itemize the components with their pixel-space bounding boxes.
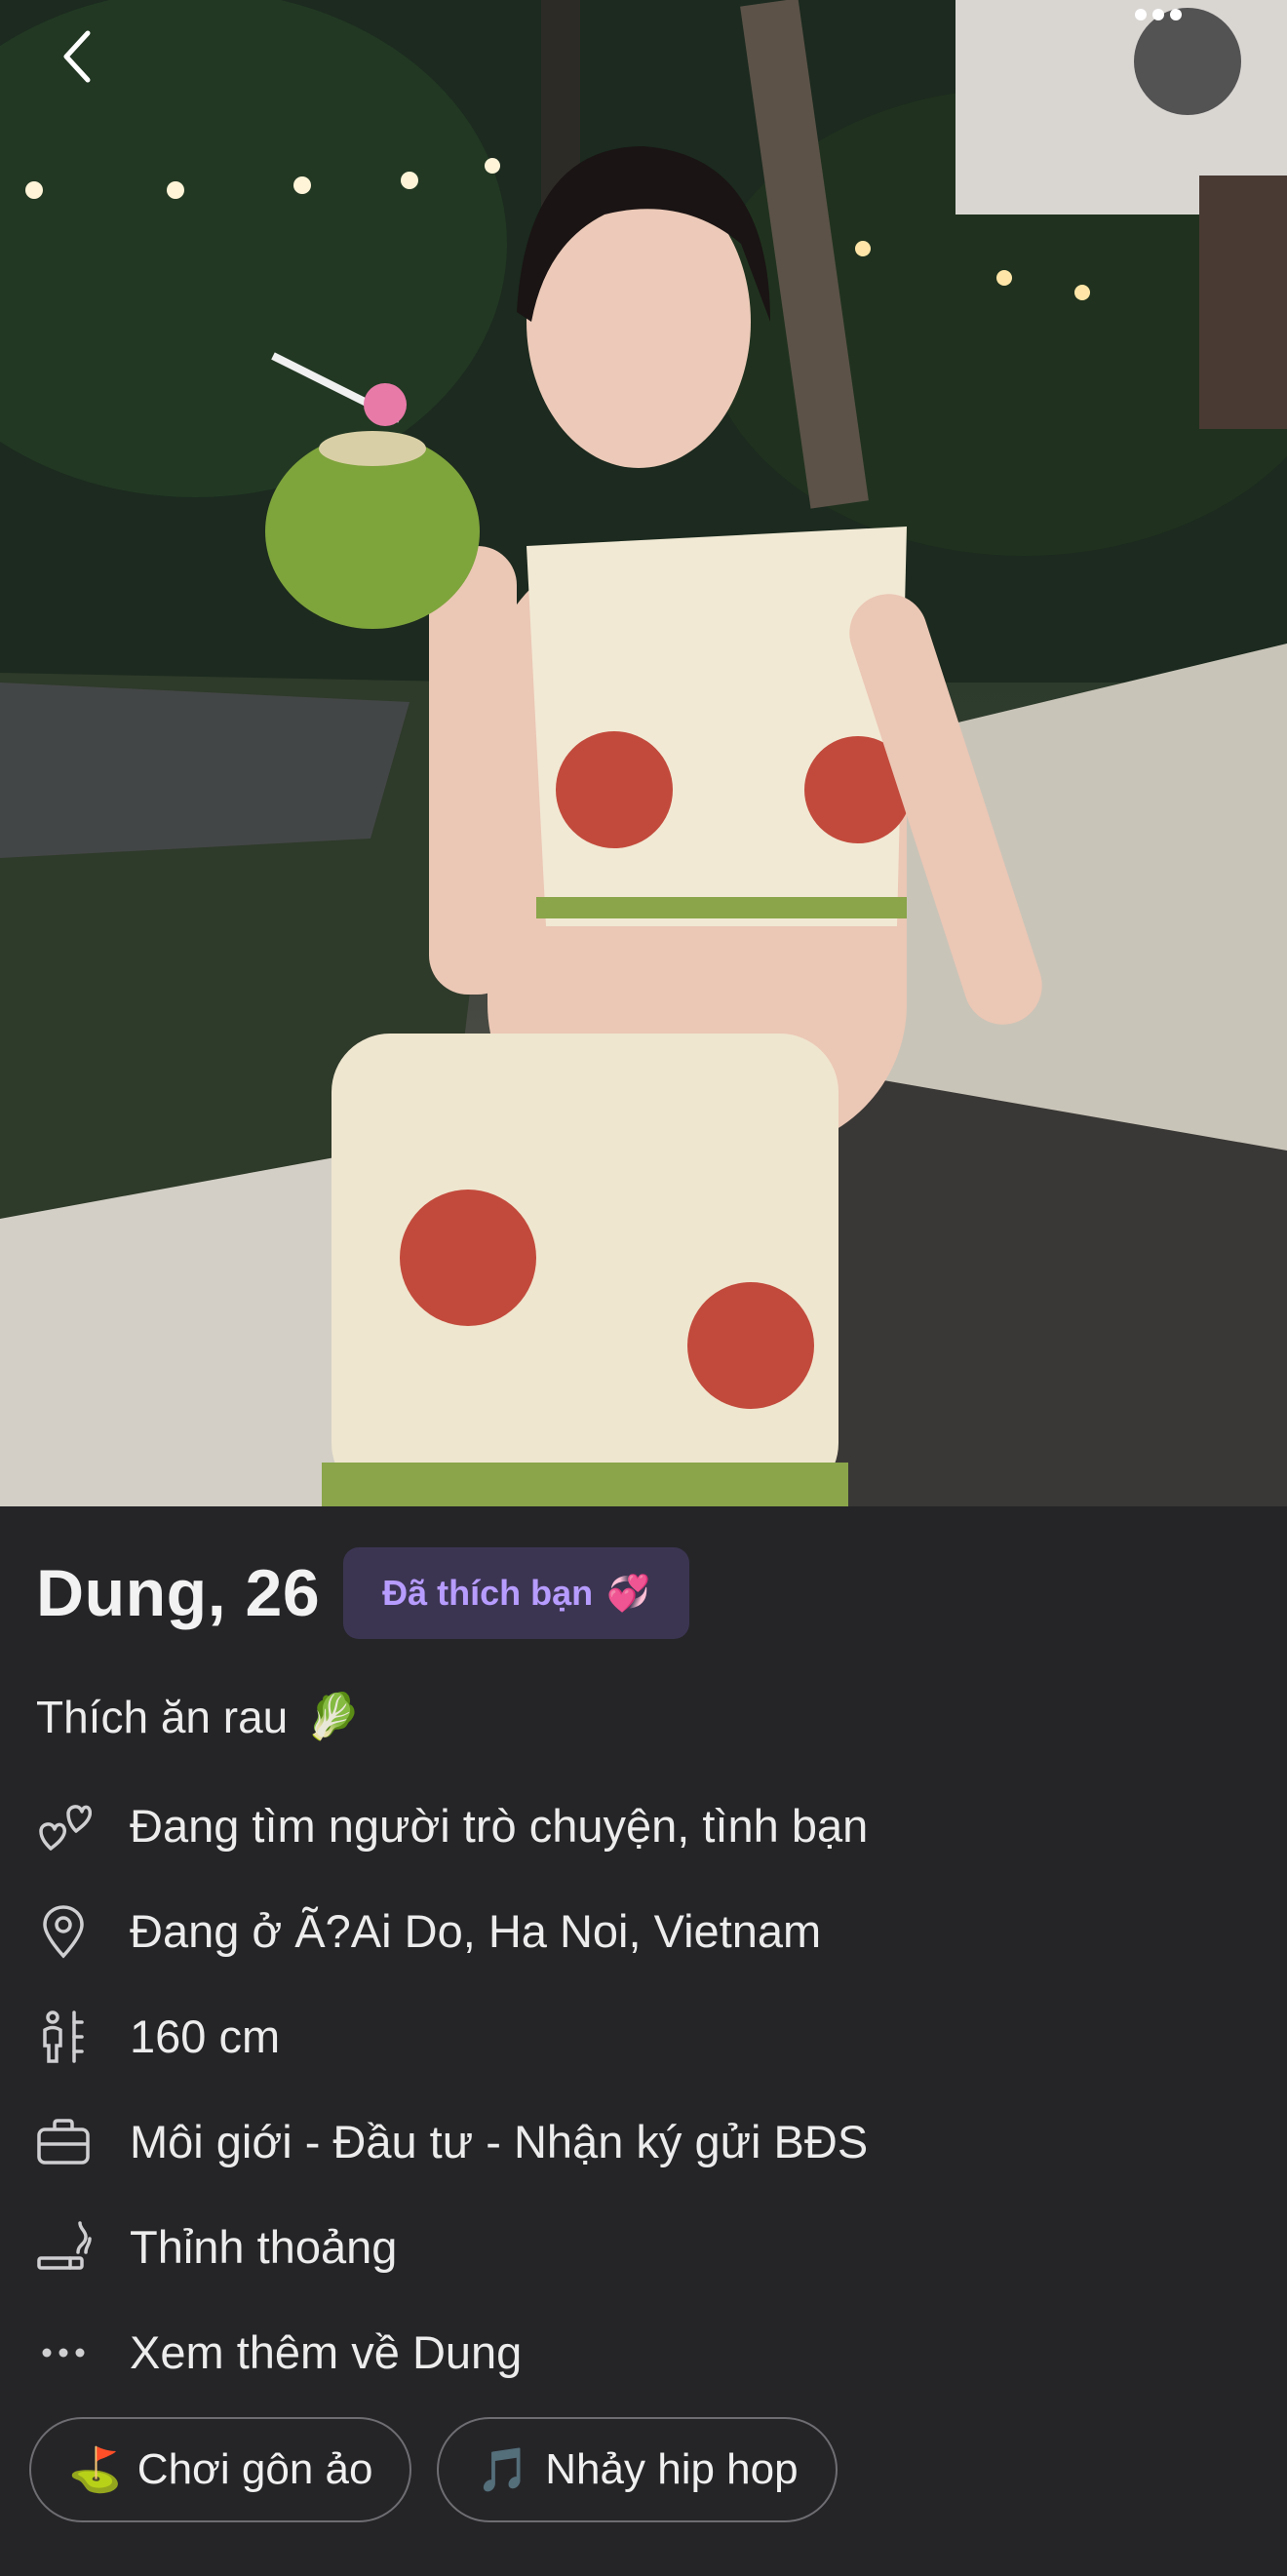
- leafy-green-emoji-icon: 🥬: [305, 1690, 362, 1742]
- profile-bio: Thích ăn rau 🥬: [36, 1690, 362, 1743]
- profile-name-age: Dung, 26: [36, 1556, 321, 1630]
- location-pin-icon: [35, 1903, 92, 1960]
- height-icon: [35, 2009, 92, 2065]
- more-options-button[interactable]: [1134, 8, 1241, 115]
- music-note-icon: 🎵: [476, 2445, 530, 2495]
- see-more-row[interactable]: Xem thêm về Dung: [0, 2303, 1287, 2400]
- bio-text: Thích ăn rau: [36, 1691, 289, 1742]
- interests-chips: ⛳ Chơi gôn ảo 🎵 Nhảy hip hop: [29, 2417, 838, 2522]
- chevron-left-icon: [63, 30, 91, 83]
- detail-row-looking-for: Đang tìm người trò chuyện, tình bạn: [0, 1776, 1287, 1874]
- see-more-link[interactable]: Xem thêm về Dung: [130, 2325, 522, 2379]
- briefcase-icon: [35, 2114, 92, 2170]
- golf-flag-icon: ⛳: [68, 2445, 122, 2495]
- hearts-icon: [35, 1798, 92, 1854]
- detail-row-job: Môi giới - Đầu tư - Nhận ký gửi BĐS: [0, 2092, 1287, 2190]
- detail-text: 160 cm: [130, 2010, 281, 2062]
- detail-text: Đang ở Ã?Ai Do, Ha Noi, Vietnam: [130, 1904, 822, 1957]
- liked-you-label: Đã thích bạn: [382, 1573, 594, 1613]
- profile-photo[interactable]: [0, 0, 1287, 1506]
- interest-label: Chơi gôn ảo: [136, 2445, 373, 2493]
- detail-text: Môi giới - Đầu tư - Nhận ký gửi BĐS: [130, 2115, 869, 2167]
- detail-row-location: Đang ở Ã?Ai Do, Ha Noi, Vietnam: [0, 1882, 1287, 1979]
- interest-label: Nhảy hip hop: [545, 2445, 799, 2493]
- name-row: Dung, 26 Đã thích bạn 💞: [36, 1547, 689, 1639]
- detail-row-smoking: Thỉnh thoảng: [0, 2198, 1287, 2295]
- liked-you-badge: Đã thích bạn 💞: [343, 1547, 689, 1639]
- detail-text: Đang tìm người trò chuyện, tình bạn: [130, 1799, 869, 1852]
- ellipsis-icon: [1135, 9, 1182, 20]
- hearts-emoji-icon: 💞: [606, 1574, 650, 1614]
- back-button[interactable]: [58, 27, 136, 105]
- detail-row-height: 160 cm: [0, 1987, 1287, 2085]
- smoking-icon: [35, 2219, 92, 2276]
- more-dots-icon: [35, 2324, 92, 2381]
- interest-chip-virtual-golf[interactable]: ⛳ Chơi gôn ảo: [29, 2417, 412, 2522]
- detail-text: Thỉnh thoảng: [130, 2220, 398, 2273]
- interest-chip-hip-hop[interactable]: 🎵 Nhảy hip hop: [437, 2417, 838, 2522]
- photo-illustration: [0, 0, 1287, 1506]
- profile-info-panel: Dung, 26 Đã thích bạn 💞 Thích ăn rau 🥬 Đ…: [0, 1506, 1287, 2576]
